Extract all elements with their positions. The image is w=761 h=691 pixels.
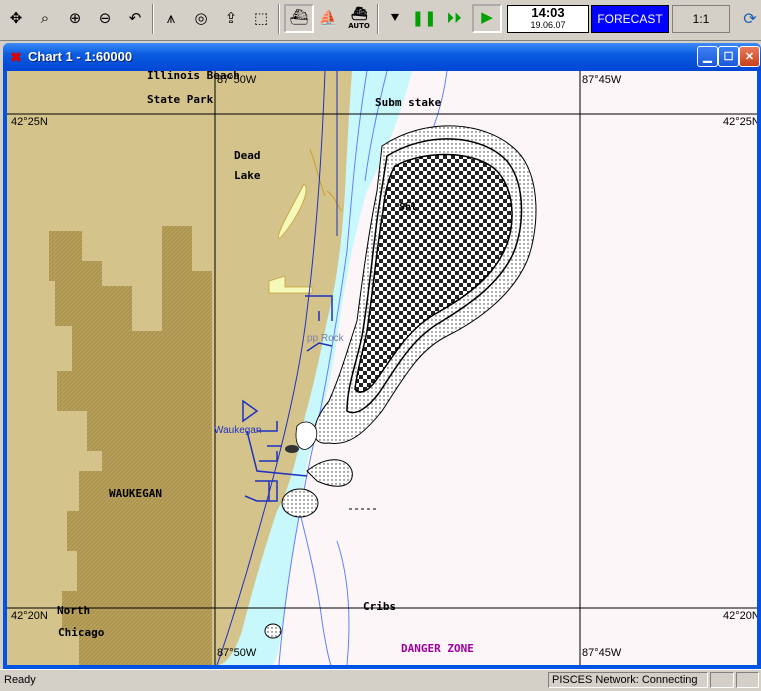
play-icon: ▶ [481, 8, 493, 26]
label-cribs: Cribs [363, 600, 397, 613]
globe-icon[interactable]: ⟳ [737, 5, 761, 33]
coord-lon-top-right: 87°45W [582, 74, 622, 86]
target-icon[interactable]: ◎ [189, 5, 213, 31]
close-button[interactable]: ✕ [739, 46, 760, 67]
coord-lon-bottom-left: 87°50W [217, 647, 257, 659]
label-state-park: State Park [147, 93, 214, 106]
coord-lat-bottom-right: 42°20N [723, 610, 757, 622]
label-pp-rock: pp Rock [307, 333, 344, 344]
main-toolbar: ✥ ⌕ ⊕ ⊖ ↶ ⩚ ◎ ⇪ ⬚ ⛴ ⛵ ⛴ AUTO ⯆ ❚❚ ⏵⏵ ▶ 1… [0, 0, 761, 41]
play-button[interactable]: ▶ [472, 4, 502, 33]
coord-lon-bottom-right: 87°45W [582, 647, 622, 659]
export-icon[interactable]: ⇪ [219, 5, 243, 31]
ship-outline-icon[interactable]: ⛵ [316, 5, 340, 31]
coord-lat-top-left: 42°25N [11, 116, 48, 128]
land-strip [212, 266, 242, 516]
label-danger-zone: DANGER ZONE [401, 642, 474, 655]
status-cell [736, 672, 759, 688]
zoom-window-icon[interactable]: ⌕ [33, 5, 57, 31]
coord-lat-bottom-left: 42°20N [11, 610, 48, 622]
coord-lat-top-right: 42°25N [723, 116, 757, 128]
rock-islet [281, 488, 319, 518]
fit-icon[interactable]: ✥ [4, 5, 28, 31]
status-network: PISCES Network: Connecting [548, 672, 708, 688]
pause-icon[interactable]: ❚❚ [411, 5, 436, 31]
down-arrow-icon[interactable]: ⯆ [383, 5, 407, 31]
maximize-button[interactable]: ☐ [718, 46, 739, 67]
auto-label: AUTO [348, 21, 370, 30]
status-cell [710, 672, 734, 688]
forecast-button[interactable]: FORECAST [591, 5, 669, 33]
coord-lon-top-left: 87°50W [217, 74, 257, 86]
minimize-button[interactable]: ▁ [697, 46, 718, 67]
label-north: North [57, 604, 91, 617]
ship-button[interactable]: ⛴ [284, 4, 314, 33]
label-lake: Lake [234, 169, 261, 182]
title-bar[interactable]: ✖ Chart 1 - 1:60000 ▁ ☐ ✕ [3, 43, 761, 71]
scale-button[interactable]: 1:1 [672, 5, 730, 33]
ship-icon: ⛴ [289, 8, 309, 26]
status-bar: Ready PISCES Network: Connecting [0, 669, 761, 691]
label-shoal: Shl [399, 202, 418, 213]
clock-display: 14:03 19.06.07 [507, 5, 589, 33]
label-waukegan: WAUKEGAN [109, 487, 162, 500]
clock-time: 14:03 [531, 5, 565, 20]
fast-forward-icon[interactable]: ⏵⏵ [442, 5, 466, 31]
wreck-mark [285, 445, 299, 453]
label-subm-stake: Subm stake [375, 96, 442, 109]
chart-canvas [7, 71, 757, 665]
clock-date: 19.06.07 [530, 20, 566, 30]
window-title: Chart 1 - 1:60000 [28, 49, 133, 64]
status-ready: Ready [4, 674, 36, 686]
nautical-chart[interactable]: Illinois Beach State Park Subm stake Dea… [7, 71, 757, 665]
zoom-in-icon[interactable]: ⊕ [63, 5, 87, 31]
label-dead: Dead [234, 149, 261, 162]
compass-icon[interactable]: ⩚ [159, 5, 183, 31]
undo-icon[interactable]: ↶ [123, 5, 147, 31]
zoom-out-icon[interactable]: ⊖ [93, 5, 117, 31]
import-icon[interactable]: ⬚ [249, 5, 273, 31]
ship-auto-icon[interactable]: ⛴ AUTO [345, 5, 373, 31]
label-chicago: Chicago [58, 626, 105, 639]
chart-app-icon: ✖ [10, 49, 22, 65]
rock-islet [264, 623, 282, 639]
label-waukegan-harbor: Waukegan [214, 425, 262, 436]
chart-window: ✖ Chart 1 - 1:60000 ▁ ☐ ✕ Illinois Beach… [3, 43, 761, 669]
